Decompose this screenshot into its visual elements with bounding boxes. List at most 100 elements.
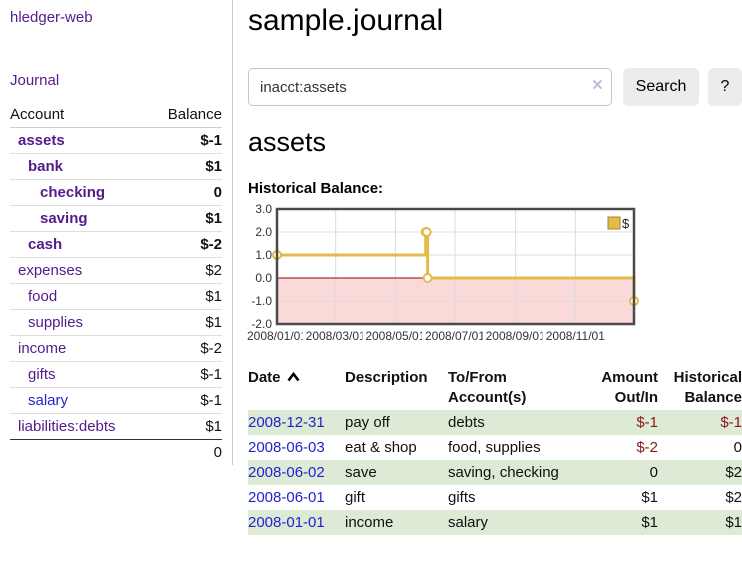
svg-text:2.0: 2.0	[255, 225, 272, 239]
transaction-balance: $2	[658, 460, 742, 485]
transaction-date-link[interactable]: 2008-06-02	[248, 464, 325, 481]
transaction-date-link[interactable]: 2008-01-01	[248, 514, 325, 531]
account-row: supplies $1	[10, 310, 222, 336]
accounts-total-balance: 0	[150, 440, 222, 466]
register-row: 2008-06-02savesaving, checking0$2	[248, 460, 742, 485]
account-link[interactable]: gifts	[10, 365, 56, 384]
transaction-amount: $-2	[583, 435, 658, 460]
accounts-header-balance: Balance	[150, 102, 222, 128]
svg-text:2008/01/01: 2008/01/01	[247, 329, 307, 343]
register-table-body: 2008-12-31pay offdebts$-1$-12008-06-03ea…	[248, 410, 742, 535]
transaction-description: eat & shop	[345, 435, 448, 460]
transaction-description: income	[345, 510, 448, 535]
svg-text:2008/11/01: 2008/11/01	[546, 329, 605, 343]
page-title: sample.journal	[248, 2, 742, 40]
account-link[interactable]: bank	[10, 157, 63, 176]
transaction-amount: $-1	[583, 410, 658, 435]
account-row: income $-2	[10, 336, 222, 362]
account-row: assets $-1	[10, 128, 222, 154]
account-balance: $-1	[150, 128, 222, 154]
account-row: liabilities:debts $1	[10, 414, 222, 440]
account-balance: $-2	[150, 232, 222, 258]
account-link[interactable]: salary	[10, 391, 68, 410]
transaction-accounts: debts	[448, 410, 583, 435]
search-button[interactable]: Search	[623, 68, 699, 106]
col-header-amount: Amount Out/In	[583, 366, 658, 410]
account-row: expenses $2	[10, 258, 222, 284]
svg-text:2008/03/01: 2008/03/01	[306, 329, 366, 343]
transaction-description: pay off	[345, 410, 448, 435]
account-row: bank $1	[10, 154, 222, 180]
svg-text:0.0: 0.0	[255, 271, 272, 285]
transaction-date-link[interactable]: 2008-06-01	[248, 489, 325, 506]
historical-balance-chart: $3.02.01.00.0-1.0-2.02008/01/012008/03/0…	[242, 202, 742, 348]
account-link[interactable]: supplies	[10, 313, 83, 332]
account-balance: $1	[150, 310, 222, 336]
svg-text:-1.0: -1.0	[251, 294, 272, 308]
register-row: 2008-12-31pay offdebts$-1$-1	[248, 410, 742, 435]
account-balance: $1	[150, 154, 222, 180]
account-link[interactable]: assets	[10, 131, 65, 150]
transaction-accounts: gifts	[448, 485, 583, 510]
account-link[interactable]: income	[10, 339, 66, 358]
account-row: checking 0	[10, 180, 222, 206]
col-header-balance: Historical Balance	[658, 366, 742, 410]
transaction-balance: $1	[658, 510, 742, 535]
col-header-date[interactable]: Date	[248, 366, 345, 410]
sidebar: hledger-web Journal Account Balance asse…	[0, 0, 233, 465]
transaction-balance: 0	[658, 435, 742, 460]
svg-text:$: $	[622, 216, 630, 231]
search-input[interactable]	[248, 68, 612, 106]
account-link[interactable]: saving	[10, 209, 88, 228]
svg-text:2008/07/01: 2008/07/01	[425, 329, 485, 343]
transaction-description: gift	[345, 485, 448, 510]
register-header-row: Date Description To/From Account(s) Amou…	[248, 366, 742, 410]
accounts-total-row: 0	[10, 440, 222, 466]
col-header-accounts: To/From Account(s)	[448, 366, 583, 410]
chevron-up-icon	[286, 372, 301, 382]
account-link[interactable]: food	[10, 287, 57, 306]
account-balance: $1	[150, 284, 222, 310]
transaction-date-link[interactable]: 2008-12-31	[248, 414, 325, 431]
account-link[interactable]: cash	[10, 235, 62, 254]
account-row: salary $-1	[10, 388, 222, 414]
search-bar: × Search ?	[248, 68, 742, 106]
transaction-amount: 0	[583, 460, 658, 485]
svg-text:3.0: 3.0	[255, 202, 272, 216]
register-row: 2008-06-03 eat & shopfood, supplies$-20	[248, 435, 742, 460]
app-title-link[interactable]: hledger-web	[10, 9, 222, 26]
svg-text:2008/05/01: 2008/05/01	[365, 329, 425, 343]
transaction-amount: $1	[583, 510, 658, 535]
account-link[interactable]: liabilities:debts	[10, 417, 116, 436]
search-box: ×	[248, 68, 612, 106]
account-balance: $2	[150, 258, 222, 284]
svg-text:1.0: 1.0	[255, 248, 272, 262]
accounts-table: Account Balance assets $-1 bank $1 checking 0…	[10, 102, 222, 465]
transaction-description: save	[345, 460, 448, 485]
svg-text:2008/09/01: 2008/09/01	[486, 329, 546, 343]
transaction-date-link[interactable]: 2008-06-03	[248, 439, 325, 456]
account-row: food $1	[10, 284, 222, 310]
help-button[interactable]: ?	[708, 68, 742, 106]
chart-title: Historical Balance:	[248, 180, 742, 198]
sidebar-item-journal[interactable]: Journal	[10, 72, 222, 89]
account-balance: $-1	[150, 388, 222, 414]
account-balance: $1	[150, 206, 222, 232]
accounts-table-body: assets$-1bank$1checking0saving$1cash$-2e…	[10, 128, 222, 440]
register-table: Date Description To/From Account(s) Amou…	[248, 366, 742, 535]
account-link[interactable]: checking	[10, 183, 105, 202]
account-balance: 0	[150, 180, 222, 206]
transaction-balance: $2	[658, 485, 742, 510]
register-row: 2008-01-01incomesalary$1$1	[248, 510, 742, 535]
transaction-accounts: food, supplies	[448, 435, 583, 460]
account-balance: $1	[150, 414, 222, 440]
account-balance: $-2	[150, 336, 222, 362]
transaction-balance: $-1	[658, 410, 742, 435]
main-content: sample.journal × Search ? assets Histori…	[233, 0, 742, 535]
account-heading: assets	[248, 126, 742, 158]
account-link[interactable]: expenses	[10, 261, 82, 280]
accounts-header-account: Account	[10, 102, 150, 128]
account-row: cash $-2	[10, 232, 222, 258]
clear-search-icon[interactable]: ×	[592, 76, 603, 96]
accounts-header-row: Account Balance	[10, 102, 222, 128]
